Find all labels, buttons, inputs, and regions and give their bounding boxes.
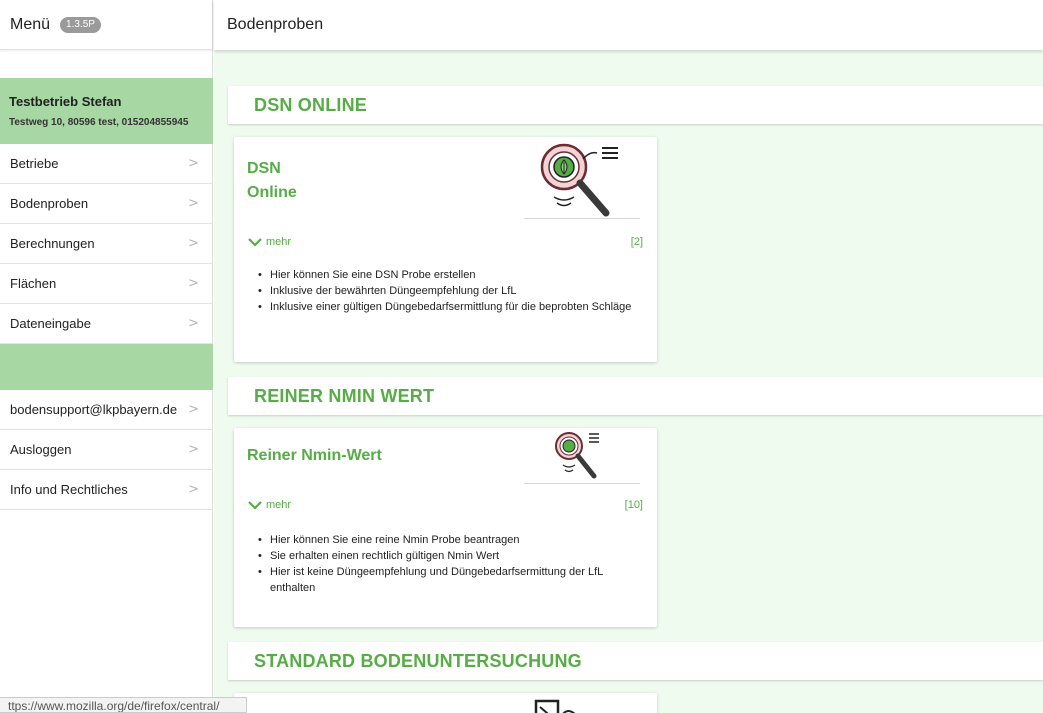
- sidebar-item-berechnungen[interactable]: Berechnungen >: [0, 224, 213, 264]
- sidebar-item-label: bodensupport@lkpbayern.de: [10, 402, 178, 417]
- sidebar-item-label: Berechnungen: [10, 236, 95, 251]
- company-name: Testbetrieb Stefan: [9, 94, 122, 109]
- mehr-toggle[interactable]: mehr: [248, 499, 291, 511]
- section-header-reiner-nmin-wert: REINER NMIN WERT: [228, 377, 1043, 415]
- version-badge: 1.3.5P: [60, 16, 101, 33]
- sidebar: Menü 1.3.5P Testbetrieb Stefan Testweg 1…: [0, 0, 213, 713]
- chevron-right-icon: >: [188, 442, 199, 457]
- chevron-right-icon: >: [188, 196, 199, 211]
- sidebar-item-flaechen[interactable]: Flächen >: [0, 264, 213, 304]
- soil-analysis-icon: [524, 137, 640, 219]
- section-title: DSN ONLINE: [254, 94, 368, 115]
- menu-title: Menü: [10, 15, 51, 33]
- section-header-dsn-online: DSN ONLINE: [228, 86, 1043, 124]
- card-bullet-list: Hier können Sie eine reine Nmin Probe be…: [258, 532, 637, 596]
- list-item: Inklusive der bewährten Düngeempfehlung …: [258, 283, 637, 299]
- list-item: Sie erhalten einen rechtlich gültigen Nm…: [258, 548, 637, 564]
- soil-analysis-icon: [524, 428, 640, 484]
- nav-list: Betriebe > Bodenproben > Berechnungen > Flä…: [0, 144, 213, 344]
- card-count: [10]: [624, 499, 643, 511]
- card-dsn-online[interactable]: DSN Online mehr [2] • Hier können Sie ei…: [234, 137, 657, 362]
- list-item: Hier ist keine Düngeempfehlung und Dünge…: [258, 564, 637, 596]
- sidebar-item-label: Info und Rechtliches: [10, 482, 128, 497]
- card-expand-row: mehr [2]: [248, 236, 643, 248]
- nav-list-secondary: bodensupport@lkpbayern.de > Ausloggen > In…: [0, 390, 213, 510]
- sidebar-item-betriebe[interactable]: Betriebe >: [0, 144, 213, 184]
- mehr-toggle[interactable]: mehr: [248, 236, 291, 248]
- sidebar-item-label: Betriebe: [10, 156, 59, 171]
- company-address: Testweg 10, 80596 test, 015204855945: [9, 117, 189, 128]
- chevron-right-icon: >: [188, 156, 199, 171]
- section-title: REINER NMIN WERT: [254, 385, 435, 406]
- card-expand-row: mehr [10]: [248, 499, 643, 511]
- section-header-standard-bodenuntersuchung: STANDARD BODENUNTERSUCHUNG: [228, 642, 1043, 680]
- card-bullet-list: Hier können Sie eine DSN Probe erstellen…: [258, 267, 637, 315]
- list-item: Hier können Sie eine DSN Probe erstellen: [258, 267, 637, 283]
- card-count: [2]: [630, 236, 643, 248]
- chevron-down-icon: [248, 501, 262, 510]
- list-item: Hier können Sie eine reine Nmin Probe be…: [258, 532, 637, 548]
- mehr-label: mehr: [266, 236, 292, 248]
- sidebar-item-label: Dateneingabe: [10, 316, 91, 331]
- sidebar-item-label: Bodenproben: [10, 196, 89, 211]
- mehr-label: mehr: [266, 499, 292, 511]
- section-title: STANDARD BODENUNTERSUCHUNG: [254, 650, 582, 671]
- chevron-right-icon: >: [188, 236, 199, 251]
- sidebar-item-info[interactable]: Info und Rechtliches >: [0, 470, 213, 510]
- card-title-line: Online: [247, 184, 297, 201]
- chevron-right-icon: >: [188, 402, 199, 417]
- card-title: Reiner Nmin-Wert: [247, 444, 382, 468]
- sidebar-item-logout[interactable]: Ausloggen >: [0, 430, 213, 470]
- sidebar-item-label: Flächen: [10, 276, 57, 291]
- sidebar-item-support-email[interactable]: bodensupport@lkpbayern.de >: [0, 390, 213, 430]
- card-reiner-nmin-wert[interactable]: Reiner Nmin-Wert mehr [10] Hier: [234, 428, 657, 627]
- card-title: DSN Online: [247, 157, 297, 205]
- menu-header: Menü 1.3.5P: [0, 0, 212, 50]
- header: Bodenproben: [214, 0, 1043, 50]
- main-content[interactable]: DSN ONLINE DSN Online mehr [2] • Hier kö…: [214, 50, 1043, 713]
- document-icon: [524, 693, 640, 713]
- sidebar-divider-block: [0, 344, 213, 390]
- sidebar-item-label: Ausloggen: [10, 442, 72, 457]
- company-info: Testbetrieb Stefan Testweg 10, 80596 tes…: [0, 78, 213, 144]
- chevron-right-icon: >: [188, 316, 199, 331]
- card-standard-bodenuntersuchung[interactable]: [234, 693, 657, 713]
- list-item: Inklusive einer gültigen Düngebedarfserm…: [258, 299, 637, 315]
- sidebar-item-bodenproben[interactable]: Bodenproben >: [0, 184, 213, 224]
- sidebar-item-dateneingabe[interactable]: Dateneingabe >: [0, 304, 213, 344]
- chevron-right-icon: >: [188, 276, 199, 291]
- chevron-down-icon: [248, 238, 262, 247]
- card-title-line: DSN: [247, 160, 281, 177]
- chevron-right-icon: >: [188, 482, 199, 497]
- card-title-line: Reiner Nmin-Wert: [247, 447, 382, 464]
- page-title: Bodenproben: [227, 16, 324, 33]
- status-bar-url: ttps://www.mozilla.org/de/firefox/centra…: [0, 697, 247, 713]
